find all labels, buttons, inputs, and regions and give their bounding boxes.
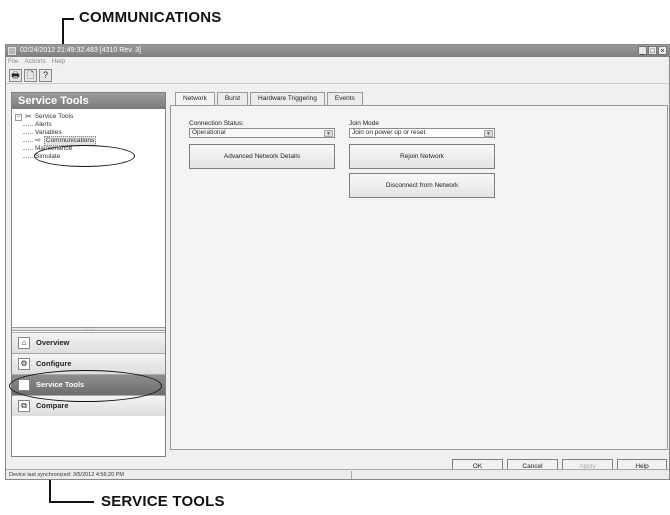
minimize-button[interactable]: _ (638, 46, 647, 55)
tab-burst[interactable]: Burst (216, 92, 249, 105)
toolbar: 🖶 🗋 ? (6, 67, 669, 84)
tree-item-alerts[interactable]: Alerts (15, 121, 165, 129)
print-preview-icon[interactable]: 🗋 (24, 69, 37, 82)
join-mode-select[interactable]: Join on power up or reset ▼ (349, 128, 495, 138)
tab-strip: Network Burst Hardware Triggering Events (170, 92, 365, 106)
configure-icon: ⚙ (18, 358, 30, 370)
callout-communications: COMMUNICATIONS (79, 9, 222, 26)
menu-actions[interactable]: Actions (24, 57, 45, 67)
left-pane-header: Service Tools (12, 93, 165, 109)
home-icon: ⌂ (18, 337, 30, 349)
tools-icon: ✂ (25, 112, 32, 121)
menu-help[interactable]: Help (52, 57, 65, 67)
tree-root[interactable]: − ✂ Service Tools (15, 113, 165, 121)
tab-events[interactable]: Events (326, 92, 363, 105)
tree-item-communications[interactable]: ⇨ Communications (15, 136, 165, 146)
dropdown-arrow-icon[interactable]: ▼ (484, 130, 493, 137)
status-bar: Device last synchronized: 3/5/2012 4:56:… (6, 469, 669, 479)
highlight-service-tools (9, 370, 162, 402)
app-icon (8, 47, 16, 55)
nav-overview-button[interactable]: ⌂ Overview (12, 332, 165, 353)
advanced-network-details-button[interactable]: Advanced Network Details (189, 144, 335, 169)
tab-hardware-triggering[interactable]: Hardware Triggering (250, 92, 325, 105)
close-button[interactable]: × (658, 46, 667, 55)
dropdown-arrow-icon: ▼ (324, 130, 333, 137)
join-mode-label: Join Mode (349, 120, 379, 127)
title-bar: 02/24/2012 21:49:32.483 [4310 Rev. 3] _ … (6, 45, 669, 57)
window-title: 02/24/2012 21:49:32.483 [4310 Rev. 3] (20, 47, 141, 54)
callout-bottom-horizontal-line (49, 501, 94, 503)
menu-file[interactable]: File (8, 57, 18, 67)
print-icon[interactable]: 🖶 (9, 69, 22, 82)
status-separator (351, 471, 352, 479)
sync-status-text: Device last synchronized: 3/5/2012 4:56:… (9, 472, 124, 478)
maximize-button[interactable]: □ (648, 46, 657, 55)
connection-status-field: Operational ▼ (189, 128, 335, 138)
tab-network[interactable]: Network (175, 92, 215, 106)
disconnect-network-button[interactable]: Disconnect from Network (349, 173, 495, 198)
rejoin-network-button[interactable]: Rejoin Network (349, 144, 495, 169)
tree-root-label: Service Tools (34, 113, 74, 120)
connection-status-label: Connection Status: (189, 120, 244, 127)
arrow-right-icon: ⇨ (35, 137, 41, 144)
pane-splitter[interactable]: :::::::: (12, 327, 165, 332)
menu-bar: File Actions Help (6, 57, 669, 67)
content-pane: Network Burst Hardware Triggering Events… (170, 92, 670, 450)
collapse-icon[interactable]: − (15, 113, 22, 121)
help-pointer-icon[interactable]: ? (39, 69, 52, 82)
callout-service-tools: SERVICE TOOLS (101, 493, 225, 510)
app-window: 02/24/2012 21:49:32.483 [4310 Rev. 3] _ … (5, 44, 670, 480)
network-tab-panel: Connection Status: Operational ▼ Join Mo… (170, 105, 668, 450)
window-controls: _ □ × (638, 46, 667, 55)
compare-icon: ⧉ (18, 400, 30, 412)
highlight-communications (34, 145, 135, 167)
